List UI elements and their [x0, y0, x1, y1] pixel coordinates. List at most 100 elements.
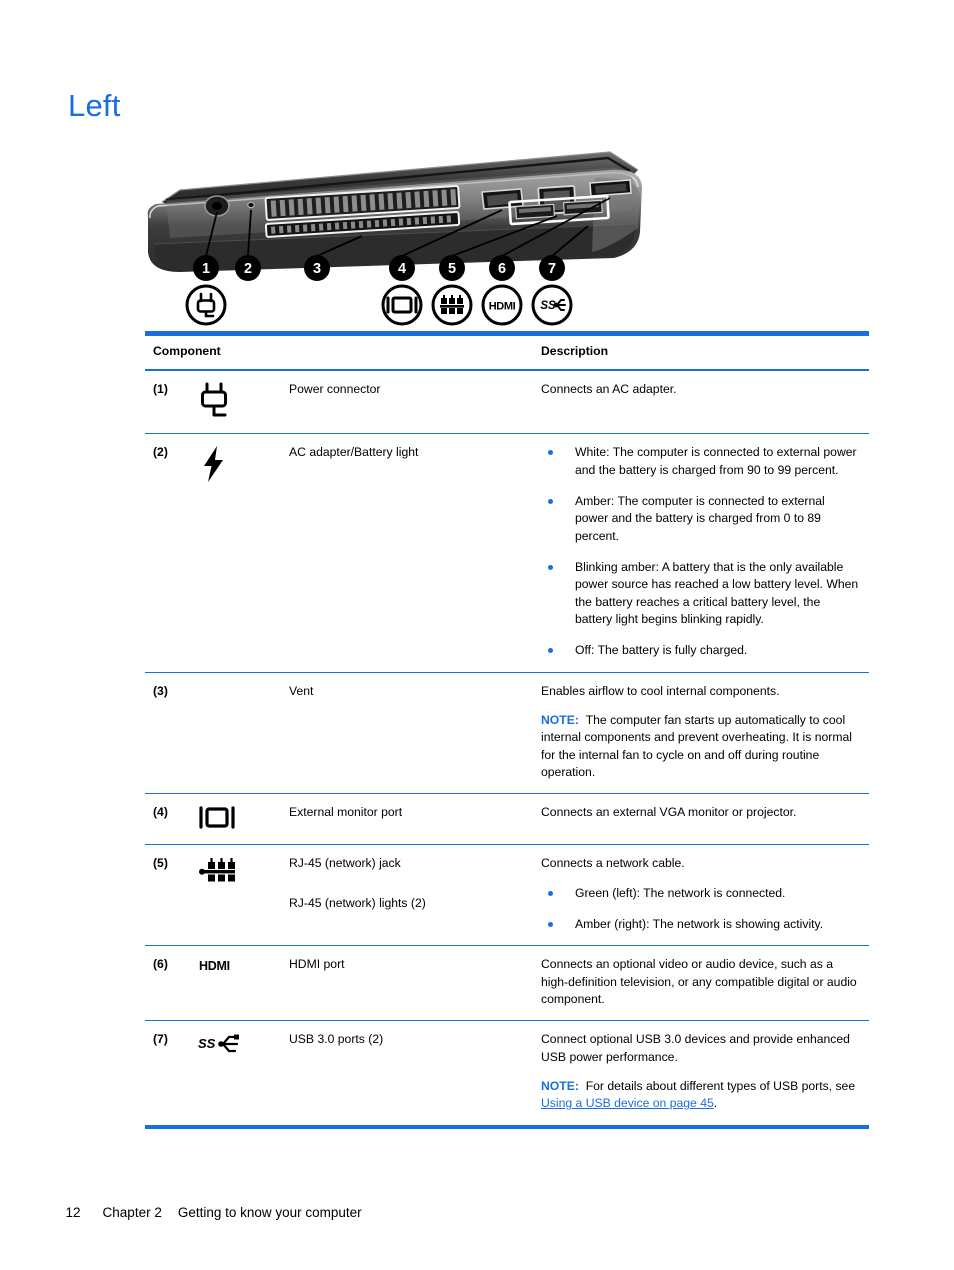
- row-number: (1): [145, 370, 189, 435]
- component-name-cell: External monitor port: [281, 793, 533, 846]
- description-bullet-list: White: The computer is connected to exte…: [541, 444, 859, 659]
- callout-2: 2: [244, 261, 252, 277]
- table-row: (1) Power connector Connects an AC adapt…: [145, 370, 869, 435]
- component-name: AC adapter/Battery light: [289, 445, 419, 460]
- component-name-secondary: RJ-45 (network) lights (2): [289, 895, 426, 910]
- footer-chapter: Chapter 2: [102, 1205, 162, 1220]
- svg-text:HDMI: HDMI: [489, 301, 516, 313]
- note-text-after: .: [713, 1096, 718, 1111]
- bullet-item: White: The computer is connected to exte…: [541, 444, 859, 479]
- description-text: Enables airflow to cool internal compone…: [541, 683, 780, 698]
- footer-chapter-title: Getting to know your computer: [177, 1205, 362, 1220]
- table-header-row: Component Description: [145, 335, 869, 372]
- component-description-cell: Connects a network cable. Green (left): …: [533, 844, 869, 947]
- footer-page-number: 12: [65, 1205, 81, 1220]
- row-number: (5): [145, 844, 189, 947]
- row-number-label: (3): [153, 683, 168, 698]
- legend-icon-usb-superspeed: SS: [531, 284, 573, 326]
- laptop-left-side-figure: 1 2 3 4 5 6 7 HDMI SS: [140, 140, 660, 330]
- components-table: Component Description (1) Power connecto…: [145, 331, 869, 1129]
- description-text: Connects an AC adapter.: [541, 382, 677, 397]
- legend-icon-external-monitor: [381, 284, 423, 326]
- row-number-label: (4): [153, 805, 168, 820]
- table-row: (5) RJ-45 (network) jack RJ-45 (network)…: [145, 844, 869, 947]
- bullet-item: Amber: The computer is connected to exte…: [541, 493, 859, 545]
- page-footer: 12 Chapter 2 Getting to know your computer: [58, 1190, 362, 1220]
- usb-device-link[interactable]: Using a USB device on page 45: [541, 1096, 714, 1110]
- component-name: Power connector: [289, 382, 381, 397]
- component-description-cell: Connects an optional video or audio devi…: [533, 945, 869, 1022]
- legend-icon-power-connector: [185, 284, 227, 326]
- description-text: Connect optional USB 3.0 devices and pro…: [541, 1032, 850, 1064]
- row-number-label: (5): [153, 856, 168, 871]
- component-name-cell: RJ-45 (network) jack RJ-45 (network) lig…: [281, 844, 533, 947]
- table-row: (6) HDMI HDMI port Connects an optional …: [145, 945, 869, 1022]
- component-description-cell: Enables airflow to cool internal compone…: [533, 672, 869, 795]
- callout-3: 3: [313, 261, 321, 277]
- component-name-cell: USB 3.0 ports (2): [281, 1020, 533, 1129]
- component-name: RJ-45 (network) jack: [289, 856, 401, 871]
- table-row: (4) External monitor port Connects an ex…: [145, 793, 869, 846]
- svg-text:SS: SS: [198, 1036, 216, 1051]
- component-description-cell: Connects an external VGA monitor or proj…: [533, 793, 869, 846]
- note-label: NOTE:: [541, 1078, 579, 1093]
- row-number-label: (2): [153, 445, 168, 460]
- row-number-label: (7): [153, 1032, 168, 1047]
- bullet-item: Blinking amber: A battery that is the on…: [541, 559, 859, 628]
- description-text: Connects an optional video or audio devi…: [541, 957, 857, 1006]
- svg-text:HDMI: HDMI: [199, 959, 230, 973]
- callout-bubbles: 1 2 3 4 5 6 7: [193, 255, 565, 281]
- bullet-item: Amber (right): The network is showing ac…: [541, 916, 859, 933]
- callout-leader-lines: [205, 197, 611, 257]
- description-note: NOTE: For details about different types …: [541, 1078, 859, 1113]
- note-text: The computer fan starts up automatically…: [541, 712, 852, 779]
- component-description-cell: Connect optional USB 3.0 devices and pro…: [533, 1020, 869, 1129]
- header-component: Component: [145, 335, 533, 372]
- note-text-before: For details about different types of USB…: [585, 1078, 856, 1093]
- external-monitor-icon: [189, 793, 281, 846]
- page-title: Left: [68, 88, 121, 123]
- note-label: NOTE:: [541, 712, 579, 727]
- table-row: (2) AC adapter/Battery light White: The …: [145, 433, 869, 673]
- component-description-cell: White: The computer is connected to exte…: [533, 433, 869, 673]
- callout-6: 6: [498, 261, 506, 277]
- header-description: Description: [533, 335, 869, 372]
- row-number: (3): [145, 672, 189, 795]
- description-note: NOTE: The computer fan starts up automat…: [541, 712, 859, 781]
- bullet-item: Off: The battery is fully charged.: [541, 642, 859, 659]
- component-name: HDMI port: [289, 957, 345, 972]
- hdmi-icon: HDMI: [189, 945, 281, 1022]
- row-number-label: (1): [153, 382, 168, 397]
- component-name: Vent: [289, 683, 314, 698]
- description-text: Connects a network cable.: [541, 856, 685, 871]
- table-row: (3) Vent Enables airflow to cool interna…: [145, 672, 869, 795]
- power-connector-icon: [189, 370, 281, 435]
- component-name: External monitor port: [289, 805, 403, 820]
- component-name-cell: AC adapter/Battery light: [281, 433, 533, 673]
- row-number: (2): [145, 433, 189, 673]
- row-number: (6): [145, 945, 189, 1022]
- callout-7: 7: [548, 261, 556, 277]
- callout-4: 4: [398, 261, 406, 277]
- row-number: (7): [145, 1020, 189, 1129]
- battery-light-icon: [189, 433, 281, 673]
- legend-icon-rj45-network: [431, 284, 473, 326]
- component-name-cell: HDMI port: [281, 945, 533, 1022]
- description-text: Connects an external VGA monitor or proj…: [541, 805, 797, 820]
- table-row: (7) SS USB 3.0 ports (2) Connect optiona…: [145, 1020, 869, 1129]
- description-bullet-list: Green (left): The network is connected. …: [541, 885, 859, 934]
- row-number: (4): [145, 793, 189, 846]
- callout-5: 5: [448, 261, 456, 277]
- legend-icon-hdmi: HDMI: [481, 284, 523, 326]
- component-description-cell: Connects an AC adapter.: [533, 370, 869, 435]
- row-number-label: (6): [153, 957, 168, 972]
- bullet-item: Green (left): The network is connected.: [541, 885, 859, 902]
- usb-superspeed-icon: SS: [189, 1020, 281, 1129]
- no-icon: [189, 672, 281, 795]
- rj45-network-icon: [189, 844, 281, 947]
- svg-text:SS: SS: [540, 300, 556, 312]
- component-name-cell: Vent: [281, 672, 533, 795]
- component-name: USB 3.0 ports (2): [289, 1032, 384, 1047]
- callout-1: 1: [202, 261, 210, 277]
- component-name-cell: Power connector: [281, 370, 533, 435]
